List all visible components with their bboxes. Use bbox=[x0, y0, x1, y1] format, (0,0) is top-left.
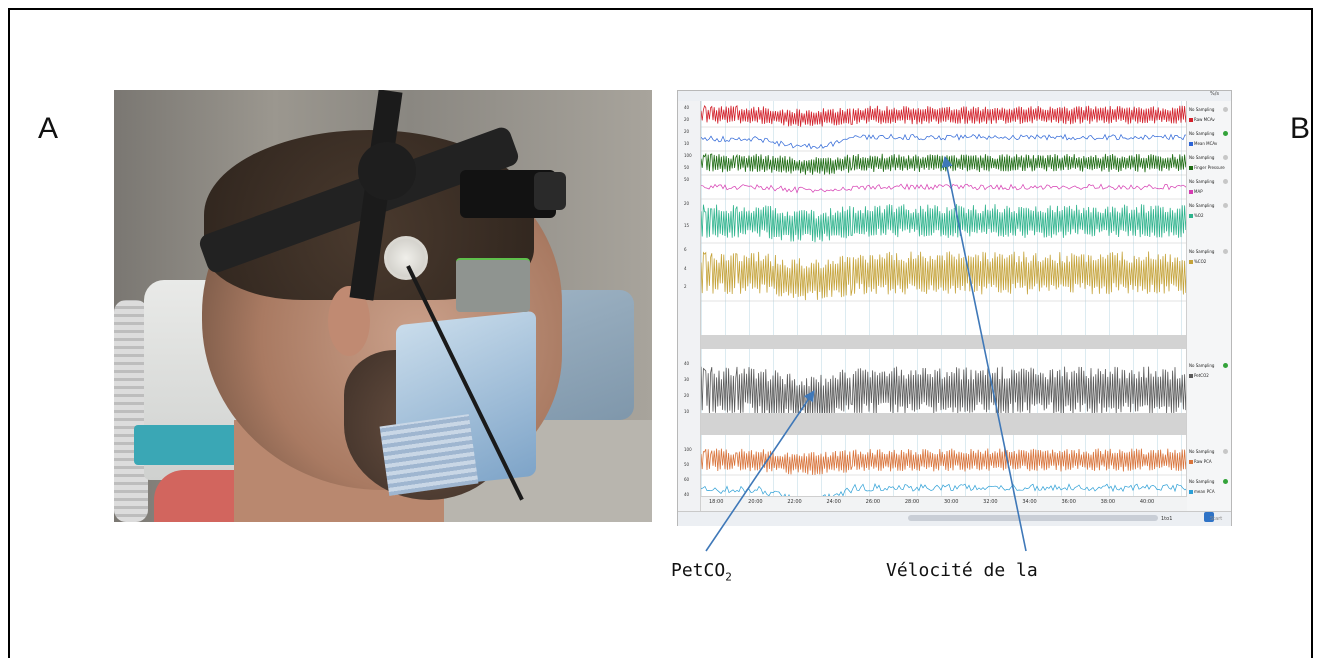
arrow-to-mcav-trace bbox=[941, 155, 1027, 552]
arrow-to-petco2-trace bbox=[705, 390, 815, 552]
annotation-arrows bbox=[705, 155, 1027, 552]
